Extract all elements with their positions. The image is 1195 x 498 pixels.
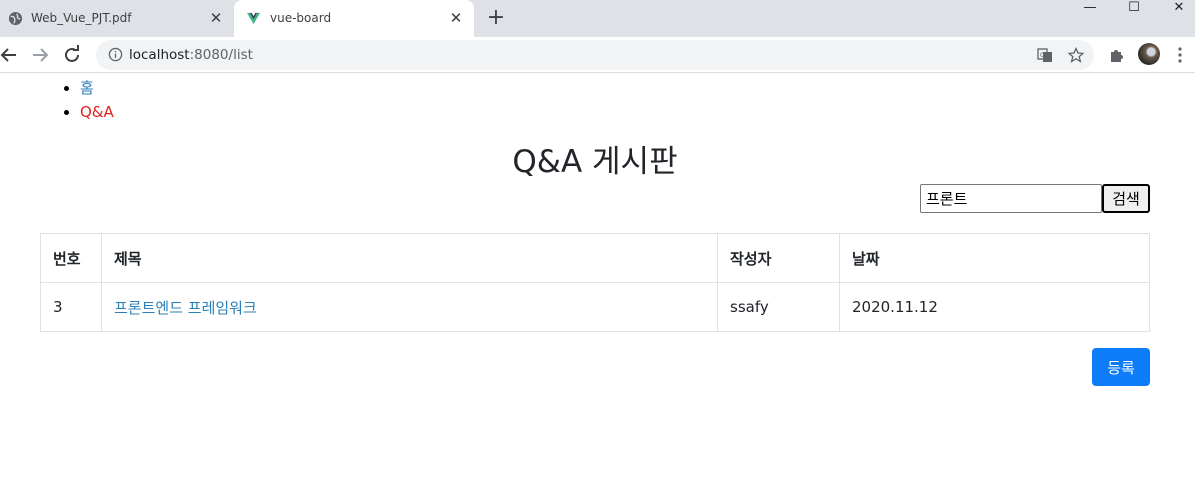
table-header-row: 번호 제목 작성자 날짜 [40, 233, 1150, 283]
table-row[interactable]: 3 프론트엔드 프레임워크 ssafy 2020.11.12 [40, 282, 1150, 332]
column-header-no: 번호 [40, 233, 102, 283]
extensions-puzzle-icon[interactable] [1108, 46, 1126, 64]
search-button[interactable]: 검색 [1102, 184, 1150, 213]
more-menu-icon[interactable] [1176, 46, 1184, 64]
back-arrow-icon[interactable] [0, 43, 21, 67]
column-header-author: 작성자 [717, 233, 840, 283]
cell-date: 2020.11.12 [839, 282, 1150, 332]
nav-item-home: 홈 [80, 76, 114, 100]
url-host: localhost [129, 47, 190, 63]
nav-link-qna[interactable]: Q&A [80, 103, 114, 121]
address-bar[interactable]: localhost:8080/list G [96, 40, 1094, 70]
info-icon[interactable] [108, 47, 123, 62]
cell-title: 프론트엔드 프레임워크 [101, 282, 718, 332]
bookmark-star-icon[interactable] [1068, 47, 1084, 63]
column-header-date: 날짜 [839, 233, 1150, 283]
table-header: 번호 제목 작성자 날짜 [40, 233, 1150, 283]
nav-item-qna: Q&A [80, 100, 114, 124]
maximize-button[interactable]: ☐ [1111, 0, 1157, 18]
close-window-button[interactable]: ✕ [1156, 0, 1195, 18]
url-path: :8080/list [189, 47, 253, 63]
forward-arrow-icon[interactable] [28, 43, 52, 67]
board-table: 번호 제목 작성자 날짜 3 프론트엔드 프레임워크 ssafy 2020.11… [40, 233, 1150, 332]
tab-title: vue-board [270, 11, 332, 25]
translate-icon[interactable]: G [1037, 47, 1053, 63]
tab-web-vue-pjt[interactable]: Web_Vue_PJT.pdf ✕ [0, 0, 234, 37]
page-title: Q&A 게시판 [512, 144, 678, 180]
close-tab-icon[interactable]: ✕ [208, 10, 224, 26]
register-button[interactable]: 등록 [1092, 348, 1150, 386]
cell-no: 3 [40, 282, 102, 332]
new-tab-button[interactable]: + [484, 7, 508, 31]
tab-vue-board[interactable]: vue-board ✕ [234, 0, 474, 37]
vue-logo-icon [246, 12, 261, 25]
svg-text:G: G [1040, 52, 1045, 59]
browser-toolbar: localhost:8080/list G [0, 37, 1195, 73]
cell-author: ssafy [717, 282, 840, 332]
post-title-link[interactable]: 프론트엔드 프레임워크 [114, 299, 257, 317]
globe-icon [8, 11, 23, 26]
tab-title: Web_Vue_PJT.pdf [31, 11, 132, 25]
profile-avatar[interactable] [1138, 43, 1160, 65]
reload-icon[interactable] [60, 43, 84, 67]
tab-strip: Web_Vue_PJT.pdf ✕ vue-board ✕ + — ☐ ✕ [0, 0, 1195, 37]
main-nav: 홈 Q&A [80, 76, 114, 124]
table-body: 3 프론트엔드 프레임워크 ssafy 2020.11.12 [40, 282, 1150, 332]
search-input[interactable] [920, 184, 1102, 213]
column-header-title: 제목 [101, 233, 718, 283]
close-tab-icon[interactable]: ✕ [448, 10, 464, 26]
minimize-button[interactable]: — [1067, 0, 1113, 18]
nav-link-home[interactable]: 홈 [80, 79, 94, 97]
url-text[interactable]: localhost:8080/list [129, 47, 253, 63]
